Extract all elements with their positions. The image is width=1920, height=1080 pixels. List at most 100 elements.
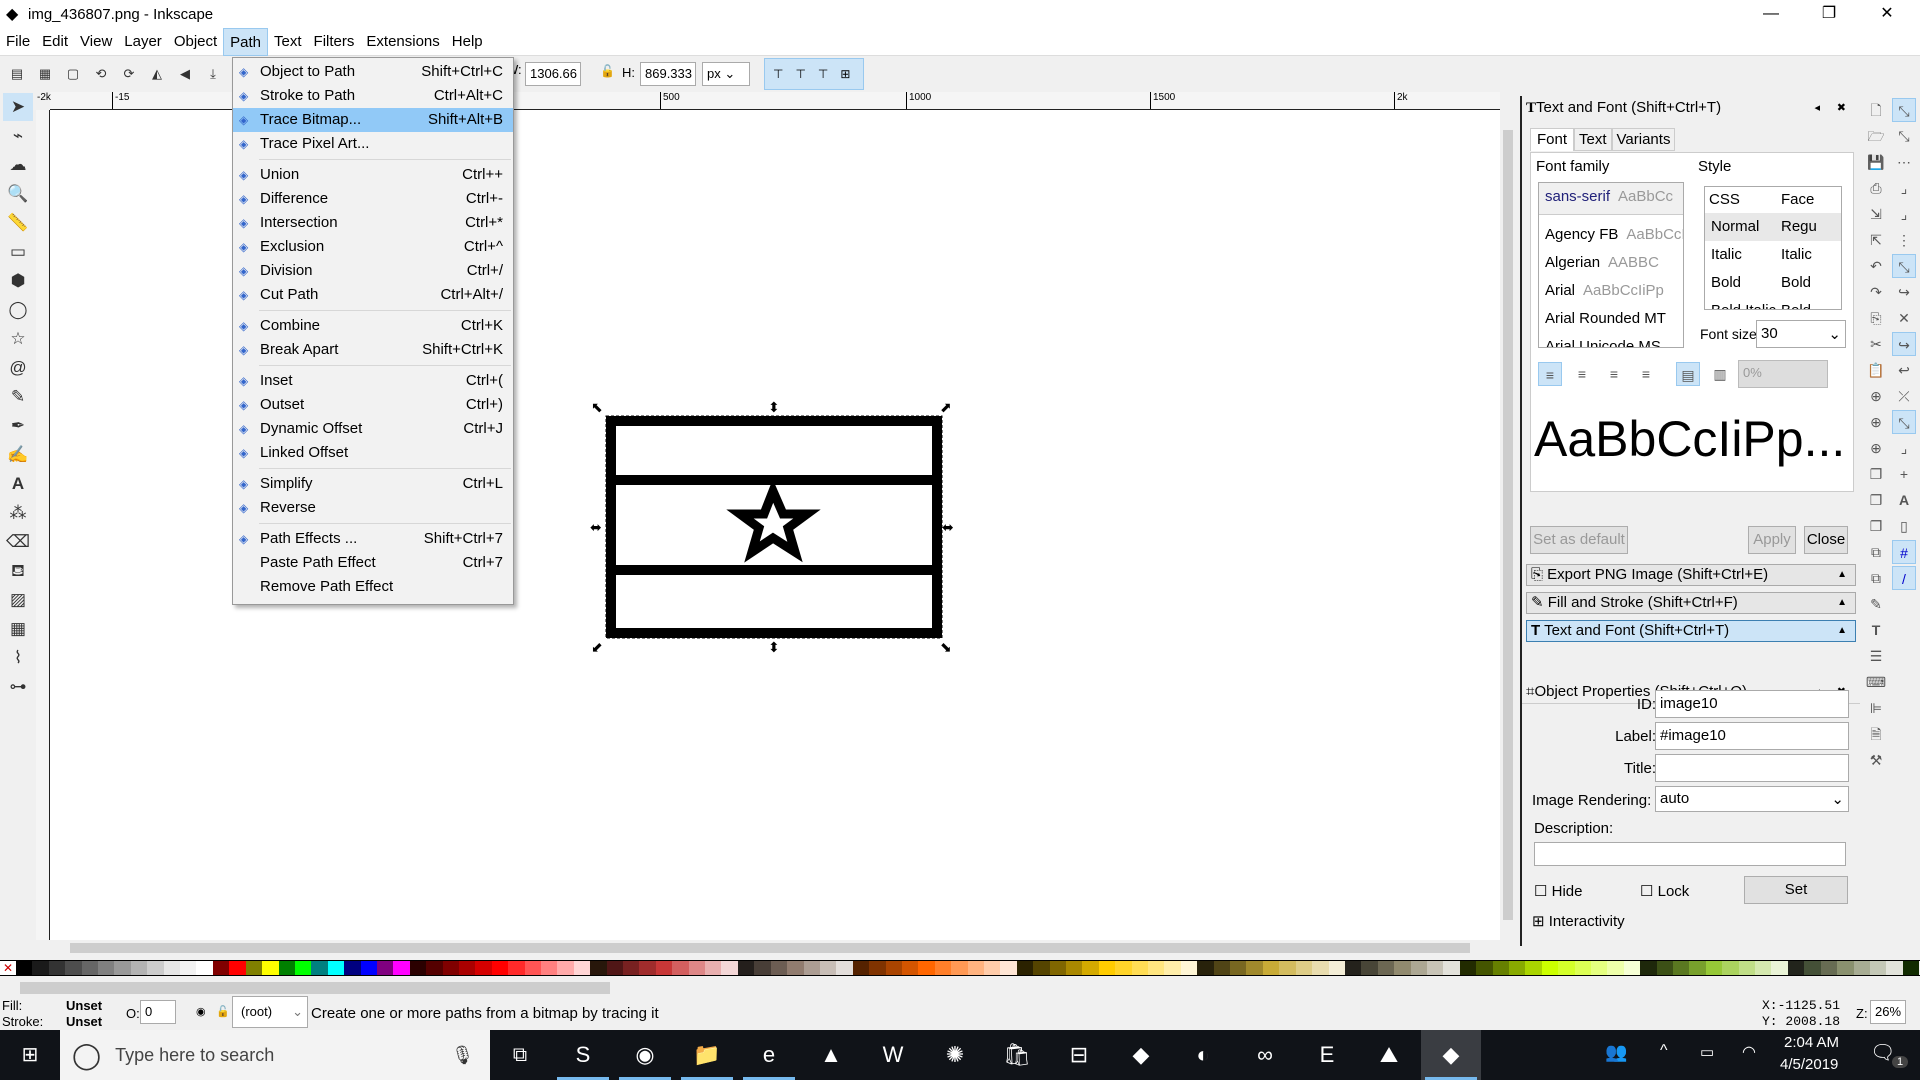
layers-icon[interactable]: ☰ xyxy=(1864,644,1888,668)
snap-nodes-icon[interactable]: ⤡ xyxy=(1892,254,1916,278)
layer-lock-icon[interactable]: 🔓 xyxy=(216,1005,230,1018)
set-default-button[interactable]: Set as default xyxy=(1530,526,1628,554)
color-swatch[interactable] xyxy=(1591,961,1608,975)
color-swatch[interactable] xyxy=(983,961,1001,975)
id-input[interactable]: image10 xyxy=(1655,690,1849,718)
color-swatch[interactable] xyxy=(1722,961,1739,975)
rotate-cw-icon[interactable]: ⟳ xyxy=(118,63,140,85)
color-swatch[interactable] xyxy=(114,961,131,975)
color-swatch[interactable] xyxy=(81,961,99,975)
color-swatch[interactable] xyxy=(409,961,427,975)
font-family-item[interactable]: Arial Rounded MT xyxy=(1539,305,1683,333)
maximize-button[interactable]: ❐ xyxy=(1800,0,1858,28)
color-swatch[interactable] xyxy=(245,961,263,975)
style-item[interactable]: Normal Regu xyxy=(1705,213,1841,241)
color-swatch[interactable] xyxy=(590,961,607,975)
tab-font[interactable]: Font xyxy=(1530,128,1575,151)
preferences-icon[interactable]: ⚒ xyxy=(1864,748,1888,772)
text-font-dialog[interactable]: T Text and Font (Shift+Ctrl+T) ▲ xyxy=(1526,620,1856,642)
color-swatch[interactable] xyxy=(1492,961,1509,975)
tab-text[interactable]: Text xyxy=(1574,128,1612,151)
flip-horizontal-icon[interactable]: ◭ xyxy=(146,63,168,85)
apply-button[interactable]: Apply xyxy=(1748,526,1796,554)
menu-help[interactable]: Help xyxy=(446,28,489,56)
lock-checkbox[interactable]: ☐ Lock xyxy=(1640,882,1689,900)
show-hidden-icons[interactable]: ^ xyxy=(1660,1042,1668,1060)
unlink-clone-icon[interactable]: ❐ xyxy=(1864,514,1888,538)
horizontal-text-icon[interactable]: ▤ xyxy=(1676,362,1700,386)
menu-item-trace-pixel-art[interactable]: ◈ Trace Pixel Art... xyxy=(233,132,513,156)
color-swatch[interactable] xyxy=(1738,961,1756,975)
color-swatch[interactable] xyxy=(311,961,328,975)
color-swatch[interactable] xyxy=(360,961,377,975)
measure-tool-icon[interactable]: 📏 xyxy=(3,209,33,237)
tab-variants[interactable]: Variants xyxy=(1611,128,1676,151)
set-button[interactable]: Set xyxy=(1744,876,1848,904)
vertical-text-icon[interactable]: ▥ xyxy=(1708,362,1732,386)
zoom-page-icon[interactable]: ⊕ xyxy=(1864,436,1888,460)
color-swatch[interactable] xyxy=(48,961,66,975)
color-swatch[interactable] xyxy=(1312,961,1329,975)
taskbar-git-icon[interactable]: ◆ xyxy=(1111,1030,1171,1080)
color-swatch[interactable] xyxy=(32,961,49,975)
color-swatch[interactable] xyxy=(1279,961,1296,975)
menu-item-outset[interactable]: ◈ Outset Ctrl+) xyxy=(233,393,513,417)
mesh-tool-icon[interactable]: ▦ xyxy=(3,615,33,643)
menu-item-dynamic-offset[interactable]: ◈ Dynamic Offset Ctrl+J xyxy=(233,417,513,441)
document-properties-icon[interactable]: 🗎 xyxy=(1864,722,1888,746)
color-swatch[interactable] xyxy=(1853,961,1870,975)
color-palette[interactable]: ✕ xyxy=(0,960,1920,976)
color-swatch[interactable] xyxy=(1623,961,1641,975)
taskbar-file-explorer-icon[interactable]: 📁 xyxy=(677,1030,737,1080)
bucket-tool-icon[interactable]: ⛾ xyxy=(3,557,33,585)
color-swatch[interactable] xyxy=(229,961,246,975)
color-swatch[interactable] xyxy=(1377,961,1395,975)
menu-item-inset[interactable]: ◈ Inset Ctrl+( xyxy=(233,369,513,393)
taskbar-word-icon[interactable]: W xyxy=(863,1030,923,1080)
color-swatch[interactable] xyxy=(803,961,820,975)
description-input[interactable] xyxy=(1534,842,1846,866)
color-swatch[interactable] xyxy=(1820,961,1838,975)
clock-date[interactable]: 4/5/2019 xyxy=(1780,1056,1838,1073)
color-swatch[interactable] xyxy=(1902,961,1920,975)
menu-object[interactable]: Object xyxy=(168,28,223,56)
snap-bbox-midpoint-icon[interactable]: ⌟ xyxy=(1892,202,1916,226)
color-swatch[interactable] xyxy=(1804,961,1821,975)
color-swatch[interactable] xyxy=(787,961,804,975)
xml-editor-icon[interactable]: ⌨ xyxy=(1864,670,1888,694)
taskbar-app-orange-icon[interactable]: ✺ xyxy=(925,1030,985,1080)
font-family-item[interactable]: Arial Unicode MS xyxy=(1539,333,1683,347)
color-swatch[interactable] xyxy=(1771,961,1788,975)
zoom-tool-icon[interactable]: 🔍 xyxy=(3,180,33,208)
cut-icon[interactable]: ✂ xyxy=(1864,332,1888,356)
color-swatch[interactable] xyxy=(885,961,902,975)
font-family-item[interactable]: sans-serif AaBbCc xyxy=(1539,183,1683,215)
snap-others-icon[interactable]: ⤡ xyxy=(1892,410,1916,434)
menu-item-paste-path-effect[interactable]: Paste Path Effect Ctrl+7 xyxy=(233,551,513,575)
save-icon[interactable]: 💾 xyxy=(1864,150,1888,174)
zoom-input[interactable]: 26% xyxy=(1870,1000,1906,1024)
taskbar-remote-app-icon[interactable]: ▲ xyxy=(801,1030,861,1080)
snap-bbox-corner-icon[interactable]: ⌟ xyxy=(1892,176,1916,200)
color-swatch[interactable] xyxy=(1262,961,1280,975)
menu-layer[interactable]: Layer xyxy=(118,28,168,56)
color-swatch[interactable] xyxy=(770,961,788,975)
people-icon[interactable]: 👥 xyxy=(1605,1042,1627,1063)
color-swatch[interactable] xyxy=(163,961,181,975)
minimize-button[interactable]: — xyxy=(1742,0,1800,28)
clone-icon[interactable]: ❐ xyxy=(1864,488,1888,512)
menu-item-trace-bitmap[interactable]: ◈ Trace Bitmap... Shift+Alt+B xyxy=(233,108,513,132)
color-swatch[interactable] xyxy=(1394,961,1411,975)
color-swatch[interactable] xyxy=(1574,961,1591,975)
snap-text-baseline-icon[interactable]: A xyxy=(1892,488,1916,512)
align-icon[interactable]: ⊫ xyxy=(1864,696,1888,720)
color-swatch[interactable] xyxy=(1164,961,1181,975)
color-swatch[interactable] xyxy=(705,961,722,975)
color-swatch[interactable] xyxy=(852,961,870,975)
menu-item-exclusion[interactable]: ◈ Exclusion Ctrl+^ xyxy=(233,235,513,259)
color-swatch[interactable] xyxy=(1295,961,1313,975)
layer-select[interactable]: (root) ⌄ xyxy=(232,996,308,1028)
zoom-drawing-icon[interactable]: ⊕ xyxy=(1864,410,1888,434)
transform-toggles[interactable]: ⊤⊤⊤⊞ xyxy=(764,58,864,90)
taskbar-chrome-icon[interactable]: ◉ xyxy=(615,1030,675,1080)
